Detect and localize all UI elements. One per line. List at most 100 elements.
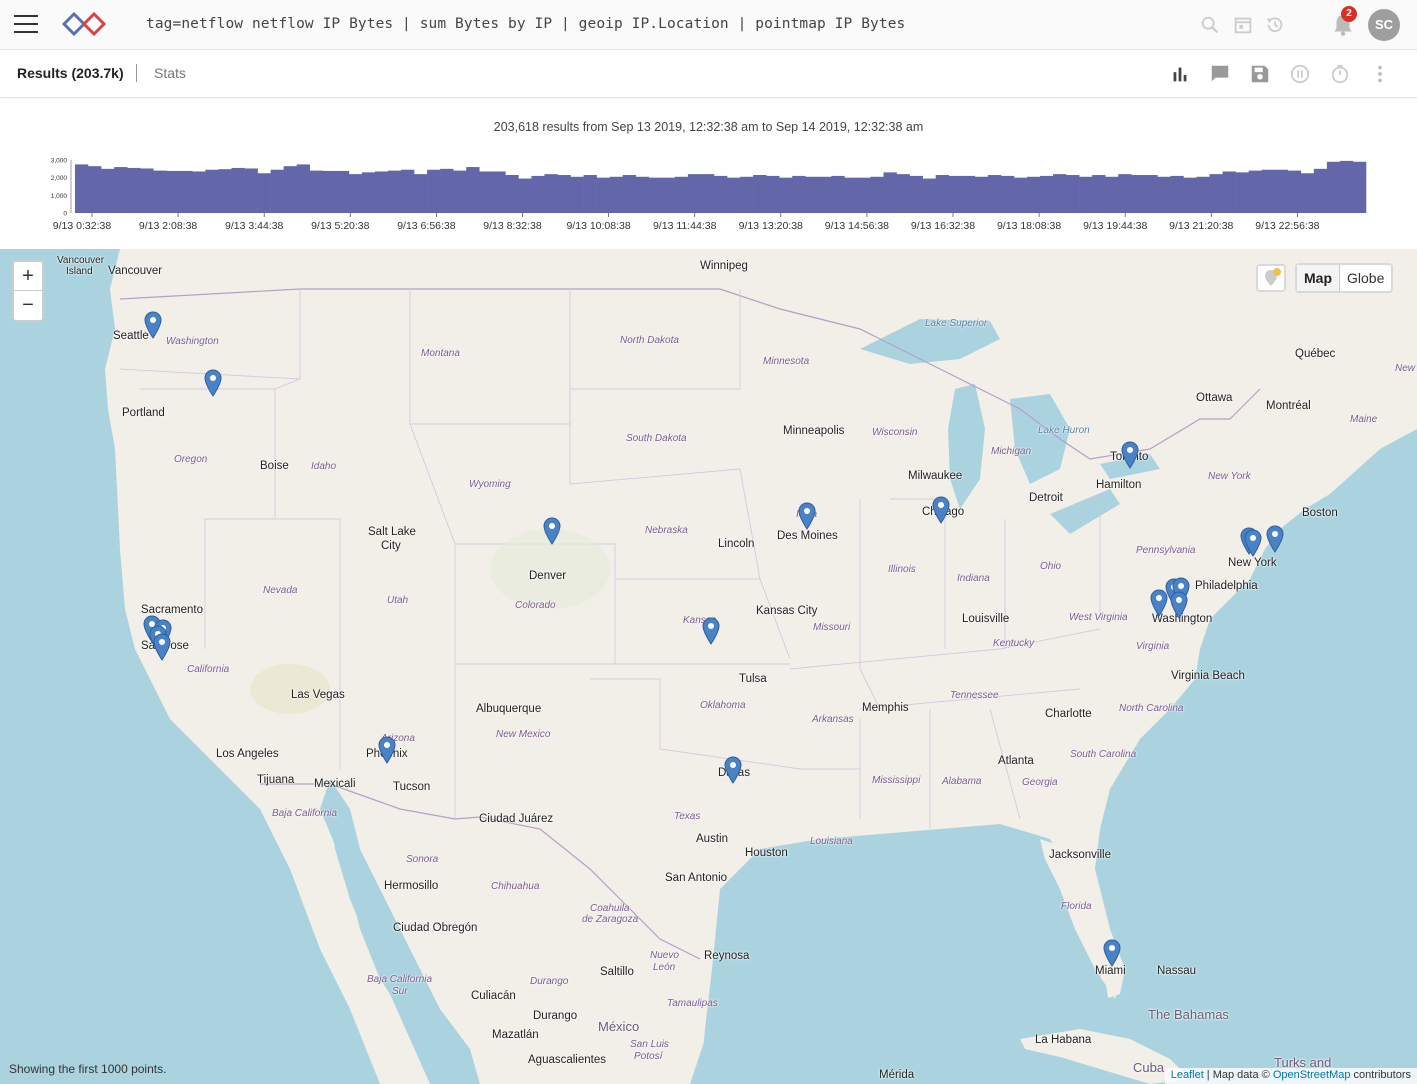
histogram-bar[interactable] xyxy=(857,177,871,213)
map-pin-icon[interactable] xyxy=(1150,589,1168,617)
histogram-bar[interactable] xyxy=(609,176,623,213)
histogram-bar[interactable] xyxy=(1053,174,1067,213)
pause-icon[interactable] xyxy=(1289,63,1311,85)
histogram-bar[interactable] xyxy=(1339,160,1354,213)
histogram-bar[interactable] xyxy=(1300,173,1315,213)
map-pin-icon[interactable] xyxy=(378,736,396,764)
histogram-bar[interactable] xyxy=(1274,169,1289,213)
histogram-bar[interactable] xyxy=(961,175,976,213)
histogram-bar[interactable] xyxy=(374,171,389,213)
zoom-in-button[interactable]: + xyxy=(14,262,42,291)
map-pin-icon[interactable] xyxy=(153,633,171,661)
histogram-bar[interactable] xyxy=(544,174,558,213)
histogram-bar[interactable] xyxy=(1313,168,1328,213)
histogram-bar[interactable] xyxy=(1039,175,1054,213)
histogram-bar[interactable] xyxy=(922,178,936,213)
histogram-bar[interactable] xyxy=(505,175,519,213)
histogram-bar[interactable] xyxy=(283,166,297,213)
histogram-bar[interactable] xyxy=(1131,175,1145,213)
histogram-bar[interactable] xyxy=(883,172,897,213)
histogram-bar[interactable] xyxy=(1092,175,1106,213)
histogram-bar[interactable] xyxy=(596,177,610,213)
point-map[interactable]: Vancouver Island Vancouver Winnipeg Seat… xyxy=(0,249,1417,1084)
histogram-bar[interactable] xyxy=(909,175,923,213)
histogram-bar[interactable] xyxy=(466,167,480,213)
histogram-bar[interactable] xyxy=(792,175,806,213)
osm-link[interactable]: OpenStreetMap xyxy=(1273,1069,1351,1081)
histogram-bar[interactable] xyxy=(440,168,454,213)
histogram-bar[interactable] xyxy=(635,176,650,213)
histogram-bar[interactable] xyxy=(648,177,663,213)
histogram-bar[interactable] xyxy=(740,176,754,213)
map-mode-map-button[interactable]: Map xyxy=(1297,265,1340,291)
histogram-bar[interactable] xyxy=(570,176,584,213)
map-pin-icon[interactable] xyxy=(798,502,816,530)
histogram-bar[interactable] xyxy=(1157,176,1171,213)
histogram-bar[interactable] xyxy=(153,170,167,213)
layer-toggle-button[interactable] xyxy=(1256,264,1286,292)
tab-results[interactable]: Results (203.7k) xyxy=(17,65,124,81)
histogram-bar[interactable] xyxy=(531,175,545,213)
histogram-bar[interactable] xyxy=(1248,170,1262,213)
map-pin-icon[interactable] xyxy=(1103,939,1121,967)
histogram-bar[interactable] xyxy=(844,177,858,213)
histogram-bar[interactable] xyxy=(831,175,845,213)
histogram-bar[interactable] xyxy=(401,169,415,213)
histogram-bar[interactable] xyxy=(779,177,793,213)
zoom-out-button[interactable]: − xyxy=(14,291,42,320)
histogram-bar[interactable] xyxy=(1183,177,1197,213)
history-icon[interactable] xyxy=(1264,14,1286,36)
histogram-bar[interactable] xyxy=(361,172,376,213)
map-pin-icon[interactable] xyxy=(1170,591,1188,619)
map-pin-icon[interactable] xyxy=(702,617,720,645)
histogram-bar[interactable] xyxy=(127,167,141,213)
more-vert-icon[interactable] xyxy=(1369,63,1391,85)
histogram-bar[interactable] xyxy=(257,173,271,213)
menu-icon[interactable] xyxy=(14,15,38,33)
histogram-bar[interactable] xyxy=(387,170,402,213)
histogram-bar[interactable] xyxy=(218,169,232,213)
histogram-bar[interactable] xyxy=(935,175,950,213)
histogram-bar[interactable] xyxy=(1066,175,1080,213)
map-pin-icon[interactable] xyxy=(932,496,950,524)
histogram-bar[interactable] xyxy=(987,175,1002,213)
histogram-bar[interactable] xyxy=(270,169,284,213)
user-avatar[interactable]: SC xyxy=(1368,9,1400,41)
map-pin-icon[interactable] xyxy=(543,517,561,545)
histogram-bar[interactable] xyxy=(309,170,324,213)
histogram-bar[interactable] xyxy=(192,171,206,213)
histogram-bar[interactable] xyxy=(622,175,637,213)
histogram-bar[interactable] xyxy=(205,169,219,213)
histogram-bar[interactable] xyxy=(453,170,467,213)
histogram-bar[interactable] xyxy=(661,177,676,213)
histogram-bar[interactable] xyxy=(896,174,910,213)
histogram-chart[interactable]: 3,000 2,000 1,000 0 9/13 0:32:38 9/13 2:08:38… xyxy=(0,99,1417,249)
histogram-bar[interactable] xyxy=(335,170,350,213)
histogram-bar[interactable] xyxy=(753,175,767,213)
notifications-button[interactable]: 2 xyxy=(1330,6,1357,38)
histogram-bar[interactable] xyxy=(870,176,884,213)
search-icon[interactable] xyxy=(1199,14,1221,36)
histogram-bar[interactable] xyxy=(179,170,193,213)
leaflet-link[interactable]: Leaflet xyxy=(1171,1069,1204,1081)
histogram-bar[interactable] xyxy=(687,174,702,213)
histogram-bar[interactable] xyxy=(1209,174,1223,213)
map-pin-icon[interactable] xyxy=(204,369,222,397)
histogram-bar[interactable] xyxy=(140,168,154,213)
histogram-bar[interactable] xyxy=(1026,176,1041,213)
map-pin-icon[interactable] xyxy=(1266,525,1284,553)
histogram-bar[interactable] xyxy=(805,176,819,213)
query-input[interactable]: tag=netflow netflow IP Bytes | sum Bytes… xyxy=(146,16,905,32)
histogram-bar[interactable] xyxy=(101,168,115,213)
map-mode-globe-button[interactable]: Globe xyxy=(1340,265,1391,291)
histogram-bar[interactable] xyxy=(322,170,337,213)
map-pin-icon[interactable] xyxy=(1244,529,1262,557)
histogram-bar[interactable] xyxy=(1196,176,1210,213)
map-pin-icon[interactable] xyxy=(144,311,162,339)
save-icon[interactable] xyxy=(1249,63,1271,85)
gravwell-logo[interactable] xyxy=(62,12,106,36)
histogram-bar[interactable] xyxy=(231,167,245,213)
histogram-bar[interactable] xyxy=(88,166,102,213)
histogram-bar[interactable] xyxy=(1118,174,1132,213)
histogram-bar[interactable] xyxy=(766,175,780,213)
